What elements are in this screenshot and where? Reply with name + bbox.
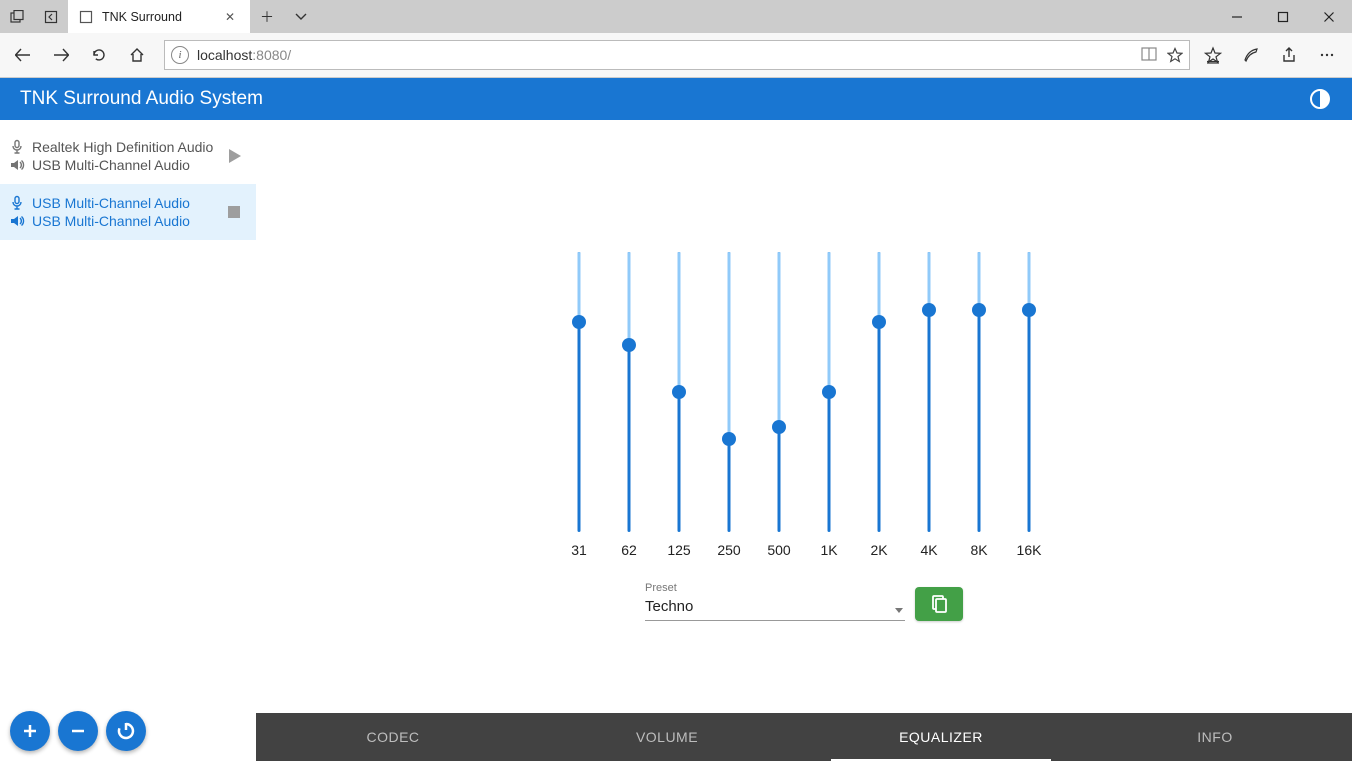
- main-panel: 31 62 125 250 500 1K 2K 4K 8K 16K Preset Techno C…: [256, 120, 1352, 761]
- browser-nav-row: i localhost:8080/: [0, 33, 1352, 77]
- set-aside-tabs-icon[interactable]: [34, 0, 68, 33]
- preset-row: Preset Techno: [645, 582, 963, 621]
- add-button[interactable]: [10, 711, 50, 751]
- eq-slider-1K[interactable]: 1K: [814, 252, 844, 558]
- speaker-icon: [8, 212, 26, 230]
- eq-slider-31[interactable]: 31: [564, 252, 594, 558]
- eq-band-label: 2K: [870, 542, 887, 558]
- mic-icon: [8, 194, 26, 212]
- preset-label: Preset: [645, 582, 905, 594]
- eq-slider-125[interactable]: 125: [664, 252, 694, 558]
- device-input-label: Realtek High Definition Audio: [32, 139, 213, 155]
- favorites-button[interactable]: [1200, 42, 1226, 68]
- tab-info[interactable]: INFO: [1078, 713, 1352, 761]
- window-maximize[interactable]: [1260, 0, 1306, 33]
- new-tab-button[interactable]: ＋: [250, 0, 284, 33]
- app-root: TNK Surround Audio System Realtek High D…: [0, 78, 1352, 761]
- slider-thumb[interactable]: [572, 315, 586, 329]
- eq-slider-2K[interactable]: 2K: [864, 252, 894, 558]
- speaker-icon: [8, 156, 26, 174]
- slider-thumb[interactable]: [622, 338, 636, 352]
- eq-band-label: 31: [571, 542, 587, 558]
- eq-band-label: 1K: [820, 542, 837, 558]
- page-icon: [78, 9, 94, 25]
- reading-view-icon[interactable]: [1141, 47, 1157, 63]
- app-header: TNK Surround Audio System: [0, 78, 1352, 120]
- browser-chrome: TNK Surround ✕ ＋ i localhost:8080/: [0, 0, 1352, 78]
- tab-volume[interactable]: VOLUME: [530, 713, 804, 761]
- browser-title-row: TNK Surround ✕ ＋: [0, 0, 1352, 33]
- device-input-label: USB Multi-Channel Audio: [32, 195, 190, 211]
- play-button[interactable]: [220, 142, 248, 170]
- device-list: Realtek High Definition Audio USB Multi-C…: [0, 120, 256, 248]
- restart-button[interactable]: [106, 711, 146, 751]
- url-bar[interactable]: i localhost:8080/: [164, 40, 1190, 70]
- preset-select[interactable]: Preset Techno: [645, 582, 905, 621]
- eq-slider-8K[interactable]: 8K: [964, 252, 994, 558]
- eq-slider-250[interactable]: 250: [714, 252, 744, 558]
- window-minimize[interactable]: [1214, 0, 1260, 33]
- tab-equalizer[interactable]: EQUALIZER: [804, 713, 1078, 761]
- device-output-label: USB Multi-Channel Audio: [32, 157, 190, 173]
- mic-icon: [8, 138, 26, 156]
- forward-button[interactable]: [44, 38, 78, 72]
- slider-thumb[interactable]: [872, 315, 886, 329]
- tab-close-icon[interactable]: ✕: [220, 10, 240, 24]
- home-button[interactable]: [120, 38, 154, 72]
- eq-band-label: 125: [667, 542, 690, 558]
- eq-band-label: 4K: [920, 542, 937, 558]
- tab-title: TNK Surround: [102, 10, 212, 24]
- browser-tab[interactable]: TNK Surround ✕: [68, 0, 250, 33]
- sidebar: Realtek High Definition Audio USB Multi-C…: [0, 120, 256, 761]
- refresh-button[interactable]: [82, 38, 116, 72]
- eq-sliders: 31 62 125 250 500 1K 2K 4K 8K 16K: [564, 252, 1044, 558]
- back-button[interactable]: [6, 38, 40, 72]
- favorite-star-icon[interactable]: [1167, 47, 1183, 63]
- tab-preview-icon[interactable]: [0, 0, 34, 33]
- slider-thumb[interactable]: [772, 420, 786, 434]
- chevron-down-icon: [895, 608, 903, 613]
- eq-band-label: 500: [767, 542, 790, 558]
- eq-slider-16K[interactable]: 16K: [1014, 252, 1044, 558]
- slider-thumb[interactable]: [822, 385, 836, 399]
- sidebar-actions: [0, 701, 256, 761]
- notes-button[interactable]: [1238, 42, 1264, 68]
- preset-value: Techno: [645, 594, 905, 621]
- window-controls: [1214, 0, 1352, 33]
- tab-codec[interactable]: CODEC: [256, 713, 530, 761]
- url-text: localhost:8080/: [197, 47, 291, 63]
- remove-button[interactable]: [58, 711, 98, 751]
- equalizer-area: 31 62 125 250 500 1K 2K 4K 8K 16K Preset Techno: [256, 120, 1352, 713]
- slider-thumb[interactable]: [1022, 303, 1036, 317]
- tab-actions-chevron[interactable]: [284, 0, 318, 33]
- slider-thumb[interactable]: [972, 303, 986, 317]
- eq-slider-500[interactable]: 500: [764, 252, 794, 558]
- device-item-0[interactable]: Realtek High Definition Audio USB Multi-C…: [0, 128, 256, 184]
- eq-slider-4K[interactable]: 4K: [914, 252, 944, 558]
- device-item-1[interactable]: USB Multi-Channel Audio USB Multi-Channel…: [0, 184, 256, 240]
- slider-thumb[interactable]: [672, 385, 686, 399]
- app-title: TNK Surround Audio System: [20, 88, 263, 110]
- eq-band-label: 62: [621, 542, 637, 558]
- eq-band-label: 250: [717, 542, 740, 558]
- share-button[interactable]: [1276, 42, 1302, 68]
- more-button[interactable]: [1314, 42, 1340, 68]
- bottom-tabs: CODECVOLUMEEQUALIZERINFO: [256, 713, 1352, 761]
- theme-toggle-icon[interactable]: [1308, 87, 1332, 111]
- slider-thumb[interactable]: [722, 432, 736, 446]
- slider-thumb[interactable]: [922, 303, 936, 317]
- copy-preset-button[interactable]: [915, 587, 963, 621]
- eq-slider-62[interactable]: 62: [614, 252, 644, 558]
- stop-button[interactable]: [220, 198, 248, 226]
- eq-band-label: 8K: [970, 542, 987, 558]
- device-output-label: USB Multi-Channel Audio: [32, 213, 190, 229]
- eq-band-label: 16K: [1017, 542, 1042, 558]
- site-info-icon[interactable]: i: [171, 46, 189, 64]
- window-close[interactable]: [1306, 0, 1352, 33]
